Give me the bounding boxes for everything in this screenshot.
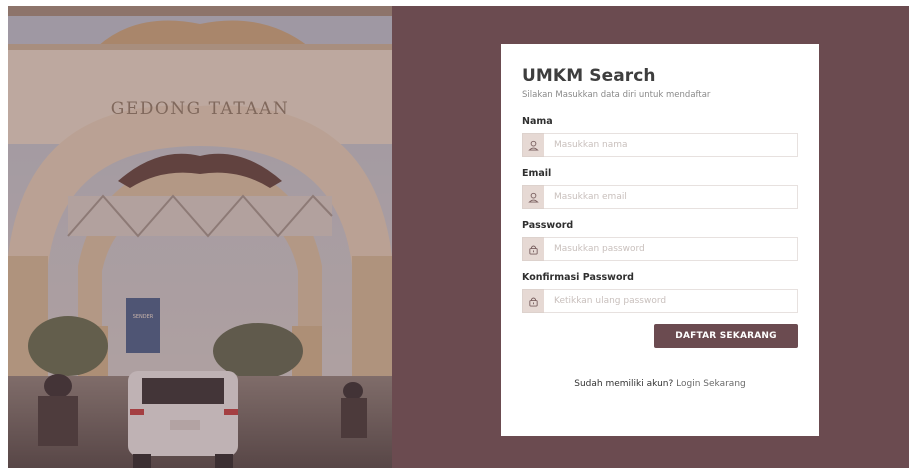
user-icon: [522, 185, 544, 209]
confirm-password-label: Konfirmasi Password: [522, 272, 634, 283]
password-input[interactable]: [544, 237, 798, 261]
name-input[interactable]: [544, 133, 798, 157]
hero-photo: SENDER GEDONG TATAAN: [8, 6, 392, 468]
app-title: UMKM Search: [522, 66, 656, 86]
email-input[interactable]: [544, 185, 798, 209]
name-label: Nama: [522, 116, 553, 127]
register-card: UMKM Search Silakan Masukkan data diri u…: [501, 44, 819, 436]
name-input-group: [522, 133, 798, 157]
confirm-password-input[interactable]: [544, 289, 798, 313]
submit-row: DAFTAR SEKARANG: [522, 324, 798, 348]
email-input-group: [522, 185, 798, 209]
password-input-group: [522, 237, 798, 261]
register-button[interactable]: DAFTAR SEKARANG: [654, 324, 798, 348]
lock-icon: [522, 237, 544, 261]
photo-tint: [8, 6, 392, 468]
email-label: Email: [522, 168, 552, 179]
password-label: Password: [522, 220, 574, 231]
lock-icon: [522, 289, 544, 313]
app-subtitle: Silakan Masukkan data diri untuk mendaft…: [522, 90, 711, 100]
page-background: SENDER GEDONG TATAAN UMKM Search Silakan…: [8, 6, 909, 468]
user-icon: [522, 133, 544, 157]
login-prompt: Sudah memiliki akun? Login Sekarang: [522, 379, 798, 389]
confirm-password-input-group: [522, 289, 798, 313]
login-link[interactable]: Login Sekarang: [676, 379, 746, 389]
login-question: Sudah memiliki akun?: [574, 379, 674, 389]
